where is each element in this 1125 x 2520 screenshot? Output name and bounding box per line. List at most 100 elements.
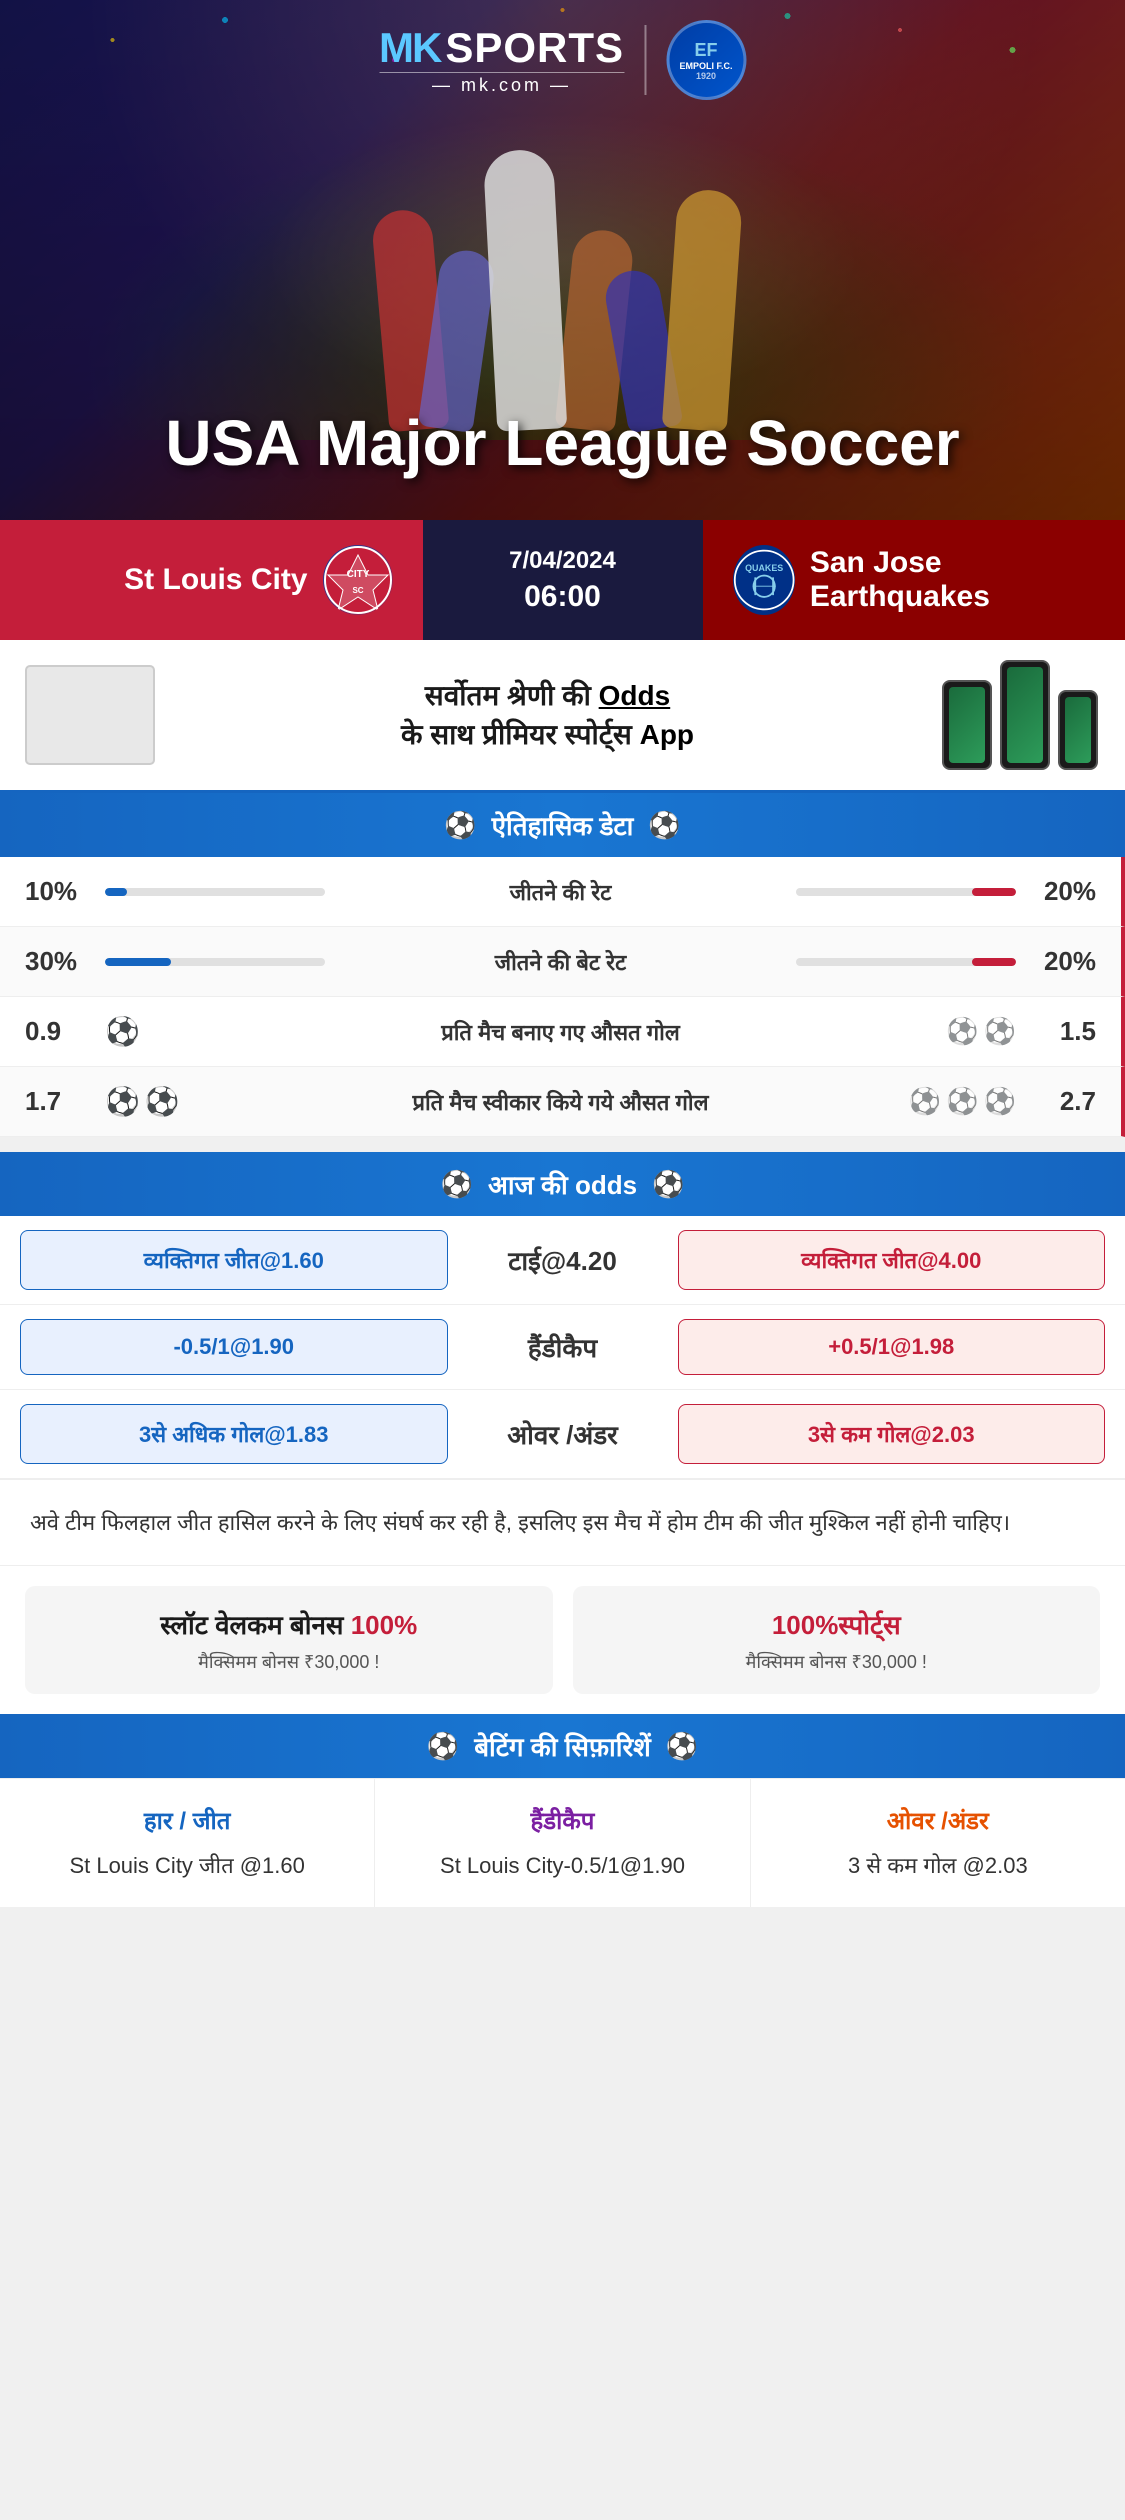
stat-bar-left-1: [105, 958, 325, 966]
odds-soccer-icon-left: ⚽: [441, 1169, 473, 1200]
promo-image-placeholder: [25, 665, 155, 765]
away-team-badge: QUAKES: [733, 545, 795, 615]
match-center: 7/04/2024 06:00: [423, 520, 703, 640]
ball-icon-3c: ⚽: [909, 1086, 941, 1117]
logo-divider: [644, 25, 646, 95]
ball-icon-3b: ⚽: [145, 1085, 180, 1118]
betting-col-win-loss: हार / जीत St Louis City जीत @1.60: [0, 1779, 375, 1907]
home-team-badge: CITY SC: [323, 545, 393, 615]
historical-title: ऐतिहासिक डेटा: [492, 807, 634, 843]
odds-center-2: ओवर /अंडर: [463, 1416, 663, 1452]
stat-bar-fill-right-1: [972, 958, 1016, 966]
odds-btn-home-win[interactable]: व्यक्तिगत जीत@1.60: [20, 1230, 448, 1290]
betting-col-handicap: हैंडीकैप St Louis City-0.5/1@1.90: [375, 1779, 750, 1907]
odds-row-1: -0.5/1@1.90 हैंडीकैप +0.5/1@1.98: [0, 1305, 1125, 1390]
stat-bar-fill-right-0: [972, 888, 1016, 896]
mk-text: MK: [379, 24, 440, 72]
bet-col-title-0: हार / जीत: [20, 1804, 354, 1837]
stat-icons-right-2: ⚽ ⚽: [936, 1016, 1016, 1047]
stat-right-val-2: 1.5: [1016, 1016, 1096, 1047]
stat-bar-left-0: [105, 888, 325, 896]
soccer-icon-right: ⚽: [648, 810, 680, 841]
ball-icon-3a: ⚽: [105, 1085, 140, 1118]
bet-col-val-0: St Louis City जीत @1.60: [20, 1849, 354, 1882]
stat-right-val-0: 20%: [1016, 876, 1096, 907]
logo-area: MK SPORTS — mk.com — EF EMPOLI F.C. 1920: [379, 20, 746, 100]
promo-banner[interactable]: सर्वोतम श्रेणी की Odds के साथ प्रीमियर स…: [0, 640, 1125, 793]
odds-center-0: टाई@4.20: [463, 1242, 663, 1278]
stat-left-val-0: 10%: [25, 876, 105, 907]
stat-left-val-2: 0.9: [25, 1016, 105, 1047]
soccer-icon-left: ⚽: [444, 810, 476, 841]
mk-sports-logo: MK SPORTS — mk.com —: [379, 24, 624, 96]
away-team-name: San Jose Earthquakes: [810, 546, 1095, 614]
mk-domain: — mk.com —: [379, 72, 624, 96]
odds-btn-under[interactable]: 3से कम गोल@2.03: [678, 1404, 1106, 1464]
odds-soccer-icon-right: ⚽: [652, 1169, 684, 1200]
bonus-sports-subtitle: मैक्सिमम बोनस ₹30,000 !: [593, 1650, 1081, 1674]
odds-btn-handicap-home[interactable]: -0.5/1@1.90: [20, 1319, 448, 1375]
odds-btn-over[interactable]: 3से अधिक गोल@1.83: [20, 1404, 448, 1464]
bet-col-val-1: St Louis City-0.5/1@1.90: [395, 1849, 729, 1882]
betting-rec-title: बेटिंग की सिफ़ारिशें: [474, 1728, 651, 1764]
bonus-section: स्लॉट वेलकम बोनस 100% मैक्सिमम बोनस ₹30,…: [0, 1565, 1125, 1714]
odds-btn-handicap-away[interactable]: +0.5/1@1.98: [678, 1319, 1106, 1375]
ball-icon-2c: ⚽: [984, 1016, 1016, 1047]
stat-bar-right-0: [796, 888, 1016, 896]
stat-bar-fill-0: [105, 888, 127, 896]
odds-row-2: 3से अधिक गोल@1.83 ओवर /अंडर 3से कम गोल@2…: [0, 1390, 1125, 1479]
stat-right-val-3: 2.7: [1016, 1086, 1096, 1117]
svg-text:SC: SC: [352, 586, 363, 595]
bonus-slots-subtitle: मैक्सिमम बोनस ₹30,000 !: [45, 1650, 533, 1674]
stat-label-2: प्रति मैच बनाए गए औसत गोल: [185, 1017, 936, 1047]
stat-icons-left-3: ⚽ ⚽: [105, 1085, 185, 1118]
stat-label-1: जीतने की बेट रेट: [325, 947, 796, 977]
bet-col-title-1: हैंडीकैप: [395, 1804, 729, 1837]
betting-soccer-icon-right: ⚽: [666, 1731, 698, 1762]
ball-icon-3e: ⚽: [984, 1086, 1016, 1117]
bonus-card-sports[interactable]: 100%स्पोर्ट्स मैक्सिमम बोनस ₹30,000 !: [573, 1586, 1101, 1694]
odds-center-1: हैंडीकैप: [463, 1329, 663, 1365]
stat-icons-right-3: ⚽ ⚽ ⚽: [936, 1086, 1016, 1117]
stats-table: 10% जीतने की रेट 20% 30% जीतने की बेट रे…: [0, 857, 1125, 1137]
sports-text: SPORTS: [445, 24, 624, 72]
ball-icon-3d: ⚽: [946, 1086, 978, 1117]
promo-phones: [940, 660, 1100, 770]
hero-banner: MK SPORTS — mk.com — EF EMPOLI F.C. 1920…: [0, 0, 1125, 520]
stat-left-val-3: 1.7: [25, 1086, 105, 1117]
team-away: QUAKES San Jose Earthquakes: [703, 520, 1125, 640]
stat-left-val-1: 30%: [25, 946, 105, 977]
bonus-card-slots[interactable]: स्लॉट वेलकम बोनस 100% मैक्सिमम बोनस ₹30,…: [25, 1586, 553, 1694]
historical-header: ⚽ ऐतिहासिक डेटा ⚽: [0, 793, 1125, 857]
bet-col-title-2: ओवर /अंडर: [771, 1804, 1105, 1837]
odds-header: ⚽ आज की odds ⚽: [0, 1152, 1125, 1216]
stat-label-3: प्रति मैच स्वीकार किये गये औसत गोल: [185, 1087, 936, 1117]
betting-recommendations: हार / जीत St Louis City जीत @1.60 हैंडीक…: [0, 1778, 1125, 1907]
stat-row-goals-conceded: 1.7 ⚽ ⚽ प्रति मैच स्वीकार किये गये औसत ग…: [0, 1067, 1125, 1137]
bonus-slots-title: स्लॉट वेलकम बोनस 100%: [45, 1606, 533, 1642]
stat-right-val-1: 20%: [1016, 946, 1096, 977]
players-art: [113, 110, 1013, 430]
ball-icon-2a: ⚽: [105, 1015, 140, 1048]
bonus-sports-title: 100%स्पोर्ट्स: [593, 1606, 1081, 1642]
odds-btn-away-win[interactable]: व्यक्तिगत जीत@4.00: [678, 1230, 1106, 1290]
hero-title: USA Major League Soccer: [165, 406, 959, 480]
match-time: 06:00: [524, 580, 601, 614]
ball-icon-2b: ⚽: [946, 1016, 978, 1047]
odds-row-0: व्यक्तिगत जीत@1.60 टाई@4.20 व्यक्तिगत जी…: [0, 1216, 1125, 1305]
match-bar: St Louis City CITY SC 7/04/2024 06:00 QU…: [0, 520, 1125, 640]
stat-bar-fill-1: [105, 958, 171, 966]
betting-rec-header: ⚽ बेटिंग की सिफ़ारिशें ⚽: [0, 1714, 1125, 1778]
stat-row-win-rate: 10% जीतने की रेट 20%: [0, 857, 1125, 927]
stat-label-0: जीतने की रेट: [325, 877, 796, 907]
stat-row-bet-rate: 30% जीतने की बेट रेट 20%: [0, 927, 1125, 997]
bet-col-val-2: 3 से कम गोल @2.03: [771, 1849, 1105, 1882]
promo-text: सर्वोतम श्रेणी की Odds के साथ प्रीमियर स…: [175, 676, 920, 754]
betting-col-over-under: ओवर /अंडर 3 से कम गोल @2.03: [751, 1779, 1125, 1907]
stat-row-goals-scored: 0.9 ⚽ प्रति मैच बनाए गए औसत गोल ⚽ ⚽ 1.5: [0, 997, 1125, 1067]
svg-text:CITY: CITY: [346, 569, 369, 580]
betting-soccer-icon-left: ⚽: [427, 1731, 459, 1762]
odds-section: व्यक्तिगत जीत@1.60 टाई@4.20 व्यक्तिगत जी…: [0, 1216, 1125, 1479]
odds-title: आज की odds: [488, 1166, 637, 1202]
analysis-text: अवे टीम फिलहाल जीत हासिल करने के लिए संघ…: [0, 1479, 1125, 1565]
